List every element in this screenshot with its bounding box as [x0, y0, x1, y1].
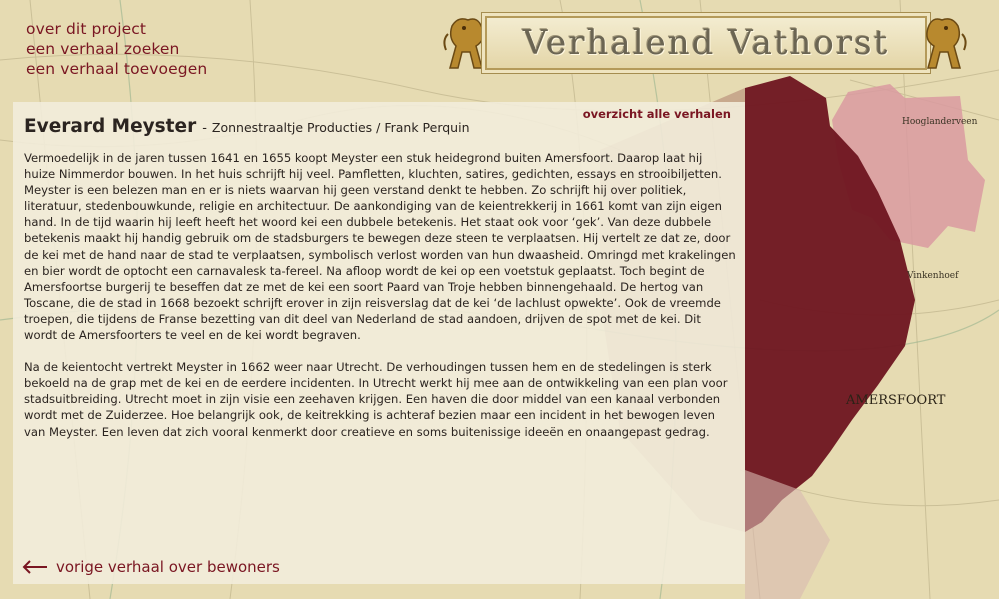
previous-story-link[interactable]: vorige verhaal over bewoners [22, 558, 280, 576]
story-title: Everard Meyster [24, 116, 197, 137]
overview-all-stories-link[interactable]: overzicht alle verhalen [583, 107, 731, 121]
lion-right-icon [926, 18, 967, 69]
story-header: Everard Meyster - Zonnestraaltje Productie… [24, 116, 470, 137]
logo-title: Verhalend Vathorst [522, 23, 890, 63]
story-paragraph-1: Vermoedelijk in de jaren tussen 1641 en … [24, 151, 736, 343]
nav-search-story[interactable]: een verhaal zoeken [26, 39, 207, 59]
map-label-hooglanderveen: Hooglanderveen [902, 117, 978, 127]
main-navigation: over dit project een verhaal zoeken een … [26, 19, 207, 79]
story-panel: overzicht alle verhalen Everard Meyster -… [13, 102, 745, 584]
title-separator: - [202, 121, 207, 136]
site-logo[interactable]: Verhalend Vathorst [440, 8, 970, 74]
previous-story-label: vorige verhaal over bewoners [56, 558, 280, 576]
arrow-left-icon [22, 560, 47, 574]
map-label-vinkenhoef: Vinkenhoef [906, 271, 959, 281]
story-paragraph-2: Na de keientocht vertrekt Meyster in 166… [24, 360, 728, 439]
nav-add-story[interactable]: een verhaal toevoegen [26, 59, 207, 79]
story-body: Vermoedelijk in de jaren tussen 1641 en … [24, 150, 736, 456]
story-author: Zonnestraaltje Producties / Frank Perqui… [211, 120, 470, 135]
map-label-amersfoort: AMERSFOORT [845, 393, 946, 408]
logo-banner: Verhalend Vathorst [485, 16, 927, 70]
nav-about-project[interactable]: over dit project [26, 19, 207, 39]
